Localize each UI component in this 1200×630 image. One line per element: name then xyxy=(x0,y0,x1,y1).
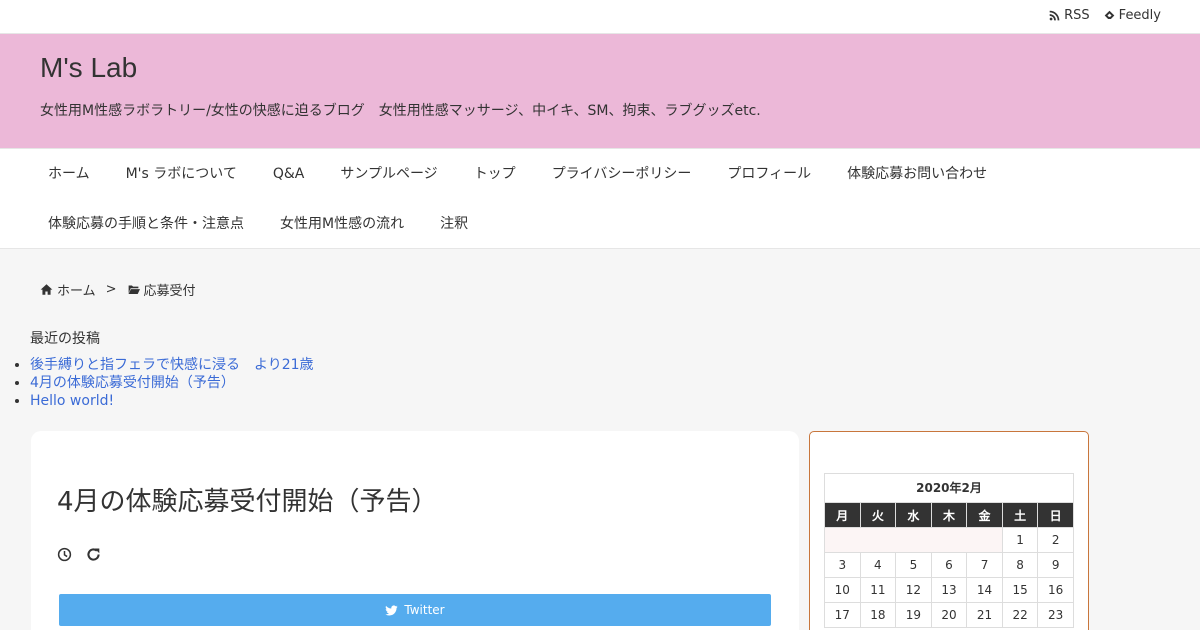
breadcrumb-home-label: ホーム xyxy=(57,284,96,299)
post-meta xyxy=(57,547,101,562)
top-bar: RSS Feedly xyxy=(0,0,1200,34)
calendar-day: 11 xyxy=(859,577,897,603)
recent-posts-list: 後手縛りと指フェラで快感に浸る より21歳 4月の体験応募受付開始（予告） He… xyxy=(30,356,314,410)
rss-link[interactable]: RSS xyxy=(1049,8,1090,23)
nav-row-2: 体験応募の手順と条件・注意点 女性用M性感の流れ 注釈 xyxy=(30,199,486,249)
calendar-day: 23 xyxy=(1037,602,1074,628)
calendar-day: 20 xyxy=(930,602,968,628)
weekday-header: 土 xyxy=(1001,502,1039,528)
refresh-icon xyxy=(87,548,100,561)
feedly-link[interactable]: Feedly xyxy=(1104,8,1161,23)
calendar-day: 1 xyxy=(1001,527,1039,553)
twitter-share-button[interactable]: Twitter xyxy=(59,594,771,626)
calendar-day: 21 xyxy=(966,602,1003,628)
sidebar-calendar-widget: 2020年2月 月 火 水 木 金 土 日 1 2 3 4 5 6 7 8 9 … xyxy=(809,431,1089,630)
breadcrumb-separator: > xyxy=(105,282,117,297)
weekday-header: 火 xyxy=(859,502,897,528)
twitter-icon xyxy=(385,604,398,616)
rss-label: RSS xyxy=(1064,8,1090,23)
recent-post-link[interactable]: Hello world! xyxy=(30,393,114,409)
nav-item-flow[interactable]: 女性用M性感の流れ xyxy=(262,199,422,249)
home-icon xyxy=(40,284,53,295)
breadcrumb-home[interactable]: ホーム xyxy=(40,280,96,299)
calendar-day: 9 xyxy=(1037,552,1074,578)
calendar-day: 17 xyxy=(824,602,861,628)
weekday-header: 日 xyxy=(1037,502,1074,528)
weekday-header: 水 xyxy=(895,502,932,528)
calendar-pad xyxy=(824,527,1003,553)
calendar-week-row: 10 11 12 13 14 15 16 xyxy=(824,577,1074,603)
calendar-weekday-row: 月 火 水 木 金 土 日 xyxy=(824,502,1074,528)
calendar-day: 13 xyxy=(930,577,968,603)
post-card: 4月の体験応募受付開始（予告） Twitter xyxy=(31,431,799,630)
nav-item-home[interactable]: ホーム xyxy=(30,149,108,199)
calendar-day: 4 xyxy=(859,552,897,578)
nav-item-application-steps[interactable]: 体験応募の手順と条件・注意点 xyxy=(30,199,262,249)
main-navigation: ホーム M's ラボについて Q&A サンプルページ トップ プライバシーポリシ… xyxy=(0,148,1200,249)
calendar-week-row: 17 18 19 20 21 22 23 xyxy=(824,602,1074,628)
list-item: Hello world! xyxy=(30,392,314,410)
calendar-day: 6 xyxy=(930,552,968,578)
calendar-day: 15 xyxy=(1001,577,1039,603)
calendar-day: 19 xyxy=(895,602,932,628)
site-description: 女性用M性感ラボラトリー/女性の快感に迫るブログ 女性用性感マッサージ、中イキ、… xyxy=(40,103,761,119)
calendar-day: 22 xyxy=(1001,602,1039,628)
clock-icon xyxy=(57,547,72,562)
feed-links: RSS Feedly xyxy=(1049,8,1161,23)
rss-icon xyxy=(1049,10,1060,21)
nav-item-contact[interactable]: 体験応募お問い合わせ xyxy=(829,149,1005,199)
nav-item-privacy-policy[interactable]: プライバシーポリシー xyxy=(534,149,710,199)
folder-open-icon xyxy=(127,285,140,294)
recent-post-link[interactable]: 後手縛りと指フェラで快感に浸る より21歳 xyxy=(30,357,314,373)
calendar-day: 3 xyxy=(824,552,861,578)
twitter-share-label: Twitter xyxy=(404,603,445,617)
breadcrumb: ホーム > 応募受付 xyxy=(40,280,196,299)
breadcrumb-category[interactable]: 応募受付 xyxy=(127,280,196,299)
calendar: 2020年2月 月 火 水 木 金 土 日 1 2 3 4 5 6 7 8 9 … xyxy=(824,473,1074,628)
breadcrumb-category-label: 応募受付 xyxy=(143,284,196,299)
list-item: 後手縛りと指フェラで快感に浸る より21歳 xyxy=(30,356,314,374)
calendar-day: 8 xyxy=(1001,552,1039,578)
calendar-day: 12 xyxy=(895,577,932,603)
nav-item-profile[interactable]: プロフィール xyxy=(709,149,829,199)
nav-row-1: ホーム M's ラボについて Q&A サンプルページ トップ プライバシーポリシ… xyxy=(30,149,1005,199)
weekday-header: 月 xyxy=(824,502,861,528)
site-title[interactable]: M's Lab xyxy=(40,52,137,84)
nav-item-about[interactable]: M's ラボについて xyxy=(108,149,255,199)
calendar-day: 10 xyxy=(824,577,861,603)
calendar-day: 5 xyxy=(895,552,932,578)
recent-post-link[interactable]: 4月の体験応募受付開始（予告） xyxy=(30,375,235,391)
calendar-day: 7 xyxy=(966,552,1003,578)
nav-item-top[interactable]: トップ xyxy=(456,149,534,199)
calendar-day: 18 xyxy=(859,602,897,628)
nav-item-sample-page[interactable]: サンプルページ xyxy=(322,149,455,199)
calendar-week-row: 1 2 xyxy=(824,527,1074,553)
post-title: 4月の体験応募受付開始（予告） xyxy=(57,487,438,517)
calendar-week-row: 3 4 5 6 7 8 9 xyxy=(824,552,1074,578)
calendar-day: 16 xyxy=(1037,577,1074,603)
site-header: M's Lab 女性用M性感ラボラトリー/女性の快感に迫るブログ 女性用性感マッ… xyxy=(0,34,1200,148)
weekday-header: 金 xyxy=(966,502,1003,528)
calendar-day: 2 xyxy=(1037,527,1074,553)
nav-item-qa[interactable]: Q&A xyxy=(255,149,323,199)
list-item: 4月の体験応募受付開始（予告） xyxy=(30,374,314,392)
calendar-caption: 2020年2月 xyxy=(824,473,1074,502)
weekday-header: 木 xyxy=(930,502,968,528)
nav-item-notes[interactable]: 注釈 xyxy=(422,199,486,249)
feedly-label: Feedly xyxy=(1118,8,1161,23)
recent-posts-title: 最近の投稿 xyxy=(30,331,100,347)
calendar-day: 14 xyxy=(966,577,1003,603)
feedly-icon xyxy=(1104,10,1114,19)
